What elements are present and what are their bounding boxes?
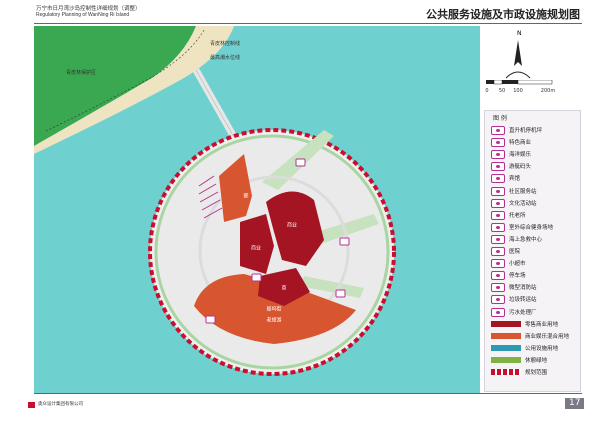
legend: 图 例 直升机停机坪 特色商业海洋娱乐游艇码头宾馆社区服务站文化活动站托老所室外综… <box>484 110 581 392</box>
north-arrow-icon <box>505 40 531 79</box>
scale-tick: 100 <box>513 88 523 94</box>
legend-label: 室外综合健身场地 <box>509 224 554 231</box>
project-title-en: Regulatory Planning of WanNing Ri Island <box>36 12 130 18</box>
legend-swatch <box>491 320 521 327</box>
legend-label: 海洋娱乐 <box>509 152 532 159</box>
planning-map: 青皮林保护区 青皮林控制线 最高潮水位线 商业 商业 商 邮 船坞街 老旅游 <box>34 26 480 393</box>
parking-icon <box>491 271 505 281</box>
parcel-label: 船坞街 <box>266 306 282 313</box>
header: 万宁市日月湾沙岛控制性详细规划（调整） Regulatory Planning … <box>0 0 600 26</box>
legend-item: 微型消防站 <box>491 282 579 293</box>
helipad-icon <box>491 126 505 135</box>
legend-item: 垃圾转运站 <box>491 294 579 305</box>
legend-label: 海上急救中心 <box>509 236 543 243</box>
company-name: 奥众设计集团有限公司 <box>38 402 83 407</box>
header-divider <box>34 23 582 24</box>
parcel-label: 商业 <box>250 245 262 252</box>
control-line-label: 青皮林控制线 <box>210 41 241 47</box>
legend-item: 规划范围 <box>491 367 579 378</box>
parcel-label: 老旅游 <box>266 317 282 324</box>
legend-item: 商业娱乐混合用地 <box>491 331 579 342</box>
legend-label: 小超市 <box>509 261 526 268</box>
legend-item: 零售商业用地 <box>491 319 579 330</box>
parcel-label: 商业 <box>286 222 298 229</box>
fitness-icon <box>491 222 505 232</box>
legend-item: 游艇码头 <box>491 161 579 172</box>
hotel-icon <box>491 174 505 184</box>
legend-label: 特色商业 <box>509 140 532 147</box>
legend-label: 公用设施用地 <box>525 345 559 352</box>
legend-item: 特色商业 <box>491 137 579 148</box>
sewage-icon <box>491 307 505 317</box>
legend-label: 游艇码头 <box>509 164 532 171</box>
legend-item: 室外综合健身场地 <box>491 222 579 233</box>
legend-label: 文化活动站 <box>509 200 537 207</box>
community-icon <box>491 186 505 196</box>
legend-item: 休憩绿地 <box>491 355 579 366</box>
legend-item: 直升机停机坪 <box>491 125 579 136</box>
yacht-icon <box>491 162 505 172</box>
map-canvas <box>34 26 480 393</box>
parcel-label: 邮 <box>243 193 249 200</box>
culture-icon <box>491 198 505 208</box>
rescue-icon <box>491 234 505 244</box>
legend-title: 图 例 <box>493 115 507 122</box>
legend-item: 海洋娱乐 <box>491 149 579 160</box>
elderly-care-icon <box>491 210 505 220</box>
footer-divider <box>34 393 582 394</box>
fire-station-icon <box>491 283 505 293</box>
scale-tick: 50 <box>498 88 506 94</box>
legend-label: 停车场 <box>509 273 526 280</box>
parcel-label: 商 <box>281 285 287 292</box>
legend-label: 规划范围 <box>525 370 548 376</box>
scale-tick: 200m <box>540 88 556 94</box>
legend-item: 医院 <box>491 246 579 257</box>
legend-label: 零售商业用地 <box>525 321 559 328</box>
legend-item: 污水处理厂 <box>491 307 579 318</box>
legend-label: 休憩绿地 <box>525 357 548 364</box>
legend-label: 微型消防站 <box>509 285 537 292</box>
north-label: N <box>517 30 522 37</box>
legend-label: 宾馆 <box>509 176 521 183</box>
high-tide-label: 最高潮水位线 <box>210 55 241 61</box>
garbage-icon <box>491 295 505 305</box>
project-title-cn: 万宁市日月湾沙岛控制性详细规划（调整） <box>36 6 141 12</box>
marine-entertainment-icon <box>491 150 505 160</box>
legend-item: 停车场 <box>491 270 579 281</box>
sheet-title: 公共服务设施及市政设施规划图 <box>426 8 580 21</box>
legend-swatch <box>491 344 521 351</box>
legend-label: 社区服务站 <box>509 188 537 195</box>
legend-item: 宾馆 <box>491 173 579 184</box>
legend-item: 托老所 <box>491 210 579 221</box>
legend-label: 医院 <box>509 249 521 255</box>
legend-item: 小超市 <box>491 258 579 269</box>
legend-swatch <box>491 356 521 363</box>
legend-swatch <box>491 332 521 339</box>
reserve-label: 青皮林保护区 <box>66 70 97 76</box>
page-number: 17 <box>565 398 585 409</box>
legend-item: 海上急救中心 <box>491 234 579 245</box>
hospital-icon <box>491 247 505 256</box>
scale-bar <box>486 80 553 85</box>
supermarket-icon <box>491 259 505 269</box>
legend-item: 社区服务站 <box>491 186 579 197</box>
legend-label: 直升机停机坪 <box>509 128 543 134</box>
shopping-icon <box>491 138 505 148</box>
scale-tick: 0 <box>485 88 489 94</box>
legend-label: 商业娱乐混合用地 <box>525 333 570 340</box>
company-logo-icon <box>28 402 35 408</box>
legend-item: 公用设施用地 <box>491 343 579 354</box>
legend-item: 文化活动站 <box>491 198 579 209</box>
legend-swatch <box>491 369 521 375</box>
legend-label: 污水处理厂 <box>509 309 537 316</box>
legend-label: 托老所 <box>509 212 526 219</box>
legend-label: 垃圾转运站 <box>509 297 537 304</box>
